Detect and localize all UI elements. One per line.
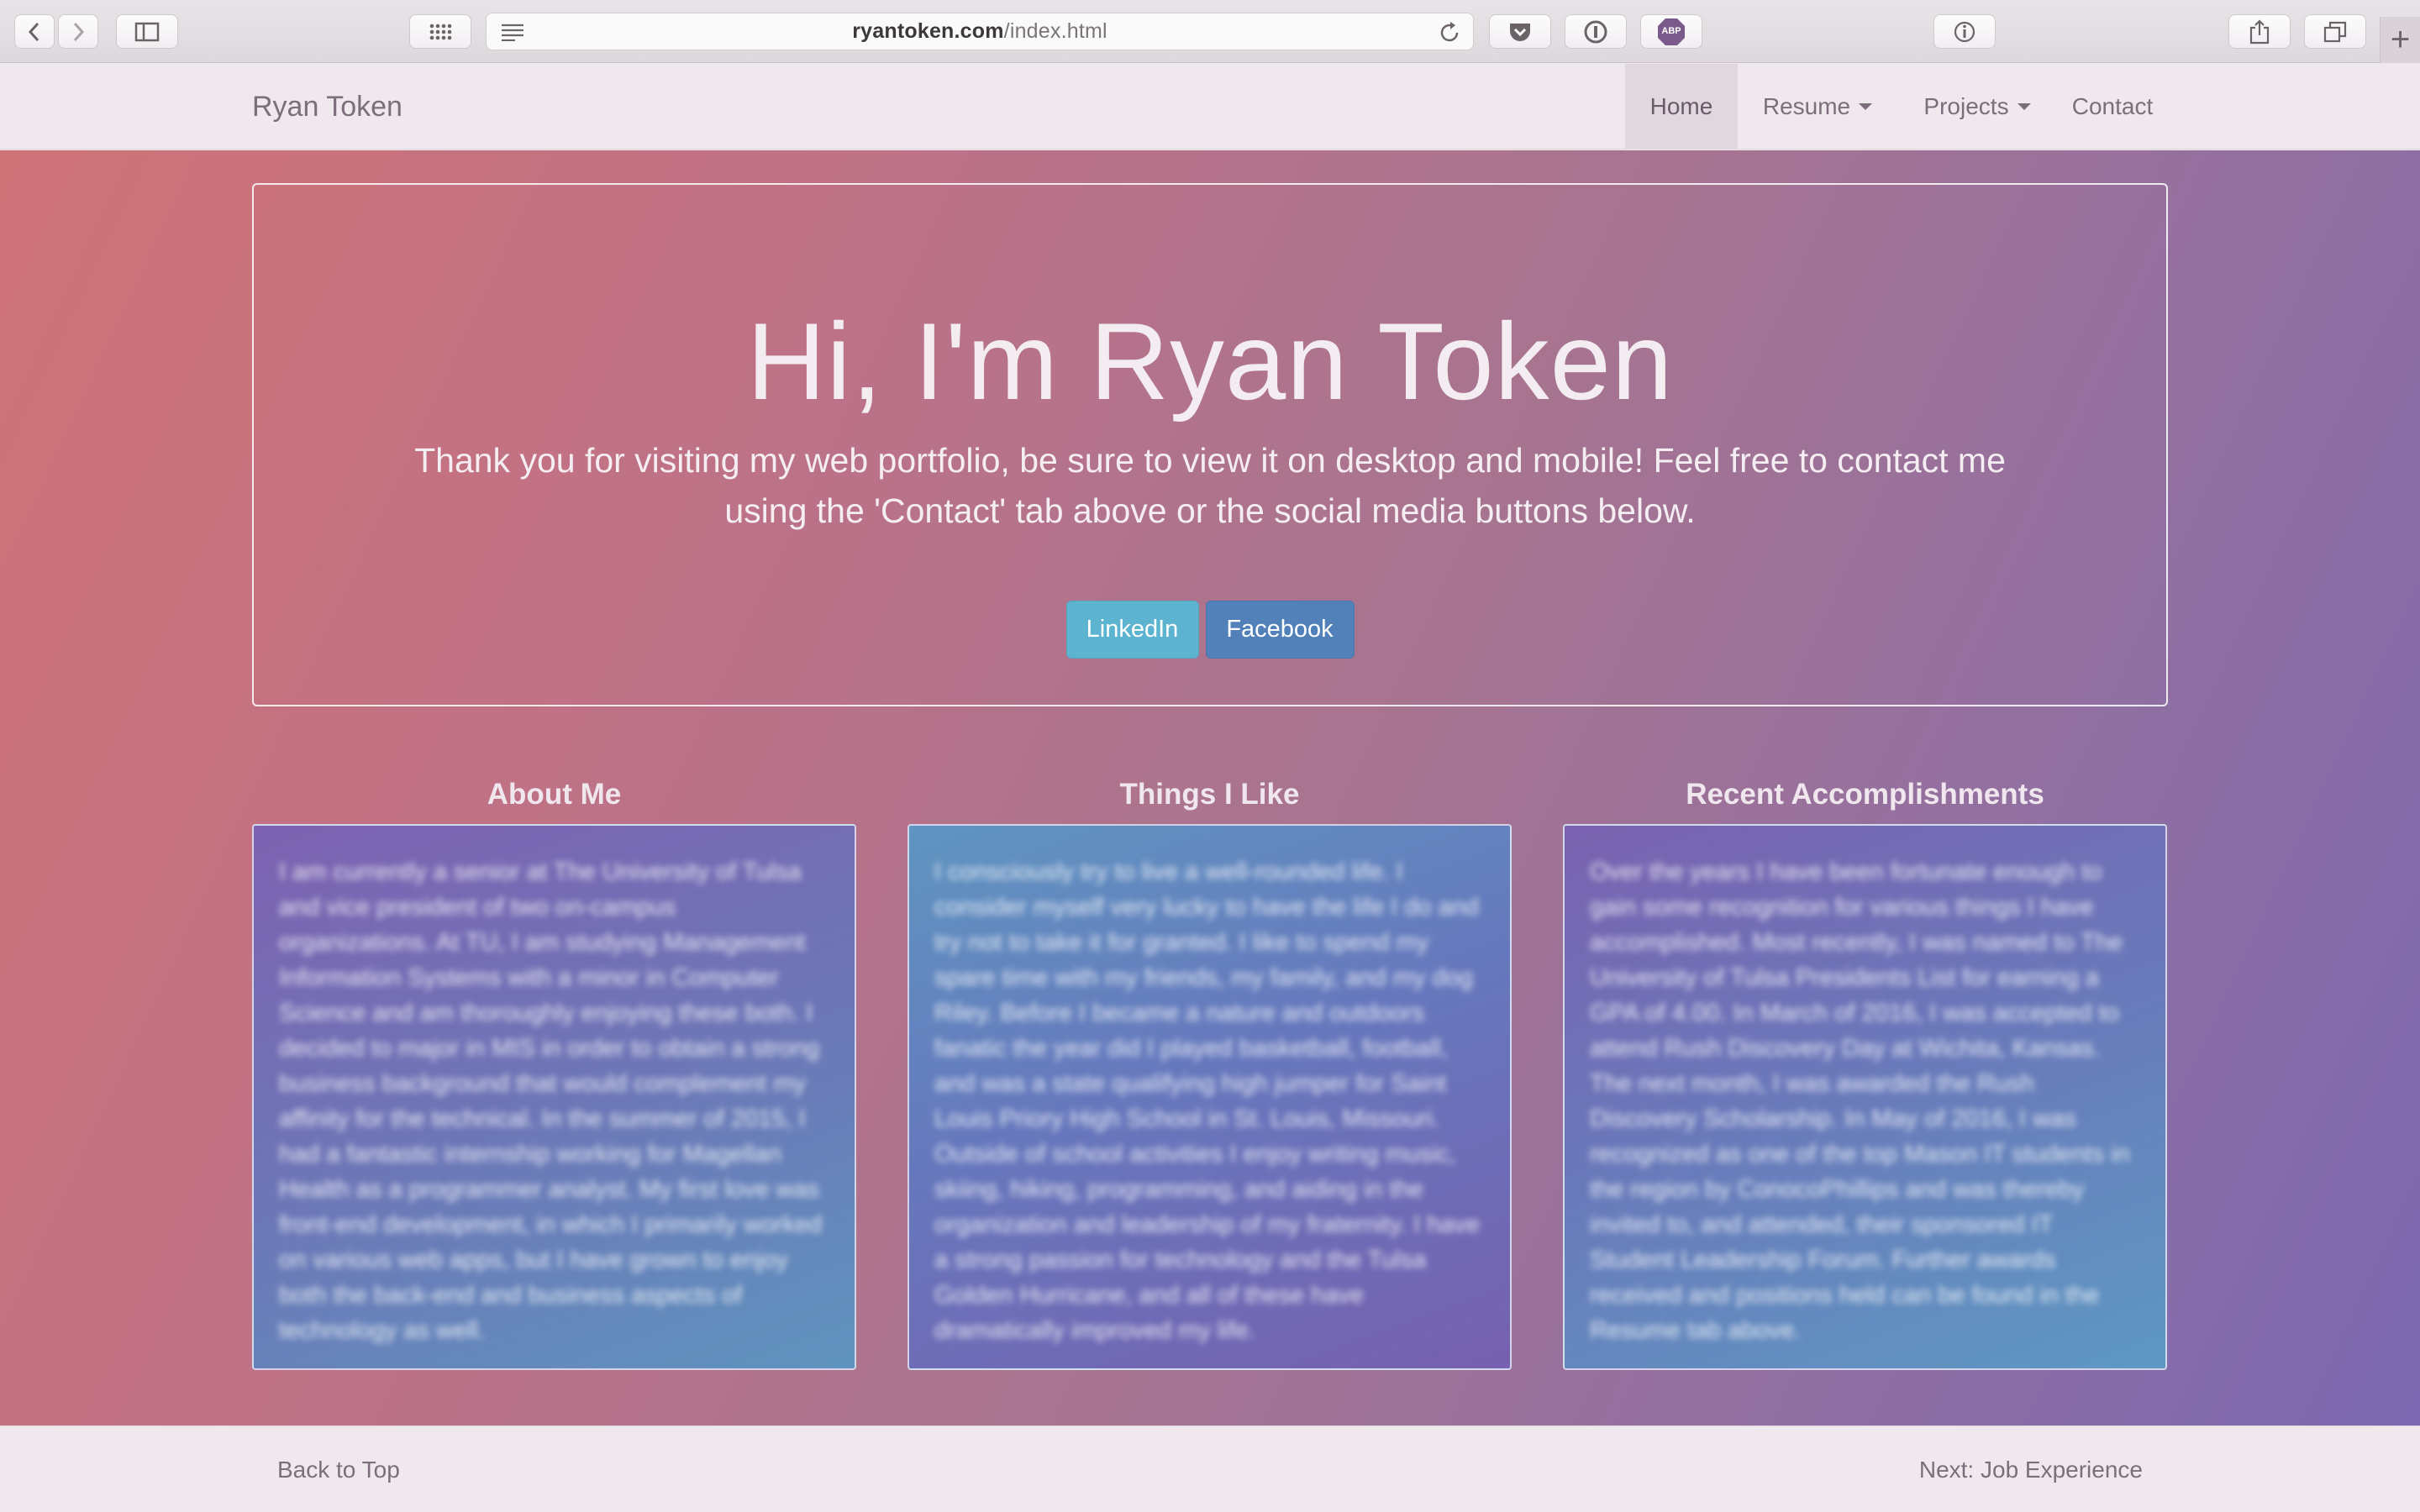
things-i-like-text: I consciously try to live a well-rounded… <box>934 858 1481 1344</box>
adblock-label: ABP <box>1661 26 1681 36</box>
site-footer: Back to Top Next: Job Experience <box>0 1425 2420 1512</box>
hero-title: Hi, I'm Ryan Token <box>746 300 1674 423</box>
recent-accomplishments-text: Over the years I have been fortunate eno… <box>1590 858 2130 1344</box>
nav-links: Home Resume Projects Contact <box>1625 64 2168 150</box>
address-bar[interactable]: ryantoken.com/index.html <box>486 13 1474 50</box>
url-path: /index.html <box>1003 19 1107 43</box>
nav-contact-label: Contact <box>2071 93 2154 119</box>
plus-icon: + <box>2390 21 2411 58</box>
forward-button[interactable] <box>58 14 98 49</box>
caret-down-icon <box>1859 103 1873 110</box>
recent-accomplishments-card: Over the years I have been fortunate eno… <box>1563 824 2167 1370</box>
social-buttons: LinkedIn Facebook <box>254 601 2166 659</box>
back-button[interactable] <box>14 14 55 49</box>
hero-panel: Hi, I'm Ryan Token Thank you for visitin… <box>252 183 2168 706</box>
browser-toolbar: ryantoken.com/index.html ABP + <box>0 0 2420 63</box>
main-content: Hi, I'm Ryan Token Thank you for visitin… <box>0 150 2420 1425</box>
adblock-button[interactable]: ABP <box>1640 14 1702 49</box>
share-button[interactable] <box>2228 14 2291 49</box>
password-manager-icon <box>1584 20 1607 43</box>
facebook-button[interactable]: Facebook <box>1205 601 1355 659</box>
linkedin-button[interactable]: LinkedIn <box>1065 601 1199 659</box>
nav-resume-label: Resume <box>1762 93 1851 119</box>
share-icon <box>2249 18 2270 44</box>
nav-resume[interactable]: Resume <box>1738 64 1897 150</box>
nav-home-label: Home <box>1649 93 1713 119</box>
chevron-left-icon <box>28 22 39 41</box>
things-i-like-card: I consciously try to live a well-rounded… <box>908 824 1512 1370</box>
tabs-overview-button[interactable] <box>2304 14 2366 49</box>
nav-contact[interactable]: Contact <box>2057 64 2168 150</box>
top-sites-button[interactable] <box>409 14 471 49</box>
sidebar-toggle-button[interactable] <box>116 14 178 49</box>
about-me-card: I am currently a senior at The Universit… <box>252 824 856 1370</box>
nav-home[interactable]: Home <box>1625 64 1738 150</box>
things-i-like-title: Things I Like <box>1119 778 1300 811</box>
site-navbar: Ryan Token Home Resume Projects Contact <box>0 64 2420 150</box>
nav-projects[interactable]: Projects <box>1897 64 2057 150</box>
chevron-right-icon <box>73 22 85 41</box>
caret-down-icon <box>2017 103 2031 110</box>
about-me-text: I am currently a senior at The Universit… <box>279 858 823 1344</box>
grid-icon <box>429 24 452 39</box>
info-icon <box>1954 21 1975 42</box>
back-to-top-link[interactable]: Back to Top <box>277 1426 400 1512</box>
reader-icon <box>502 24 523 41</box>
info-button[interactable] <box>1933 14 1996 49</box>
hero-subtitle: Thank you for visiting my web portfolio,… <box>414 441 2006 530</box>
pocket-button[interactable] <box>1489 14 1551 49</box>
site-brand[interactable]: Ryan Token <box>252 64 402 150</box>
pocket-icon <box>1510 23 1530 41</box>
next-page-link[interactable]: Next: Job Experience <box>1919 1426 2143 1512</box>
url-text: ryantoken.com/index.html <box>852 19 1107 44</box>
nav-projects-label: Projects <box>1923 93 2009 119</box>
new-tab-button[interactable]: + <box>2380 17 2420 63</box>
reload-icon[interactable] <box>1438 21 1461 45</box>
url-host: ryantoken.com <box>852 19 1004 43</box>
password-manager-button[interactable] <box>1565 14 1627 49</box>
tabs-icon <box>2323 21 2347 42</box>
about-me-title: About Me <box>487 778 622 811</box>
sidebar-icon <box>134 22 160 41</box>
recent-accomplishments-title: Recent Accomplishments <box>1686 778 2044 811</box>
